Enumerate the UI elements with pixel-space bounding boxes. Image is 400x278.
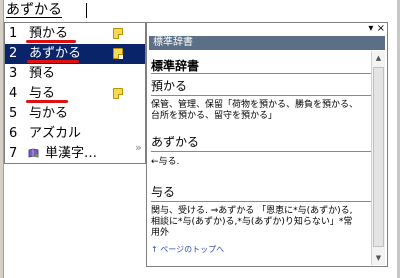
- candidate-7[interactable]: 7 単漢字…: [5, 144, 145, 164]
- entry-term: あずかる: [151, 135, 200, 149]
- entry-definition: 台所を預かる、留守を預かる」: [151, 111, 278, 121]
- candidate-number: 4: [9, 86, 18, 101]
- entry-definition: 関与、受ける. ⇒あずかる 「恩恵に*与(あずか)る,: [151, 206, 353, 216]
- memo-icon: [113, 48, 123, 59]
- candidate-3[interactable]: 3 預る: [5, 64, 145, 84]
- underline-mark: [26, 100, 68, 103]
- divider: [151, 151, 371, 152]
- underline-mark: [26, 40, 76, 43]
- divider: [151, 73, 371, 74]
- entry-definition: 保管、管理、保留「荷物を預かる、勝負を預かる、: [151, 100, 359, 110]
- entry-term: 与る: [151, 185, 176, 199]
- dictionary-title: 標準辞書: [153, 37, 193, 48]
- memo-icon: [113, 28, 123, 39]
- double-chevron-right-icon[interactable]: »: [135, 142, 142, 154]
- ime-composition-text: あずかる: [6, 2, 62, 18]
- text-cursor: [86, 3, 87, 18]
- candidate-text: 単漢字…: [45, 146, 98, 161]
- candidate-text: 預る: [29, 66, 56, 81]
- entry-definition: ←与る.: [151, 157, 180, 167]
- candidate-number: 2: [9, 46, 18, 61]
- dictionary-titlebar: 標準辞書: [149, 36, 385, 50]
- candidate-number: 7: [9, 146, 18, 161]
- scrollbar-thumb[interactable]: [373, 67, 384, 247]
- underline-mark: [27, 60, 79, 63]
- candidate-5[interactable]: 5 与かる: [5, 104, 145, 124]
- entry-term: 預かる: [151, 79, 188, 93]
- panel-controls[interactable]: ▾ ×: [368, 23, 385, 35]
- dictionary-name: 標準辞書: [151, 59, 200, 73]
- page-top-link[interactable]: ↑ ページのトップへ: [151, 245, 224, 255]
- ime-candidate-list[interactable]: 1 預かる 2 あずかる 3 預る 4 与る 5 与かる 6 アズカル 7 単漢…: [4, 22, 146, 164]
- divider: [151, 201, 371, 202]
- divider: [151, 95, 371, 96]
- candidate-6[interactable]: 6 アズカル: [5, 124, 145, 144]
- candidate-text: アズカル: [29, 126, 82, 141]
- dictionary-scrollbar[interactable]: ▲ ▼: [371, 51, 385, 265]
- memo-icon: [113, 88, 123, 99]
- dictionary-panel: ▾ × 標準辞書 標準辞書 預かる 保管、管理、保留「荷物を預かる、勝負を預かる…: [146, 22, 388, 267]
- candidate-text: 与かる: [29, 106, 69, 121]
- scroll-up-icon[interactable]: ▲: [372, 51, 385, 65]
- entry-definition: 相談に*与(あずか)る,*与(あずか)り知らない」*常: [151, 217, 353, 227]
- candidate-number: 5: [9, 106, 18, 121]
- candidate-number: 6: [9, 126, 18, 141]
- candidate-number: 3: [9, 66, 18, 81]
- scroll-down-icon[interactable]: ▼: [372, 251, 385, 265]
- candidate-number: 1: [9, 26, 18, 41]
- entry-definition: 用外: [151, 228, 170, 238]
- book-icon: [28, 148, 39, 158]
